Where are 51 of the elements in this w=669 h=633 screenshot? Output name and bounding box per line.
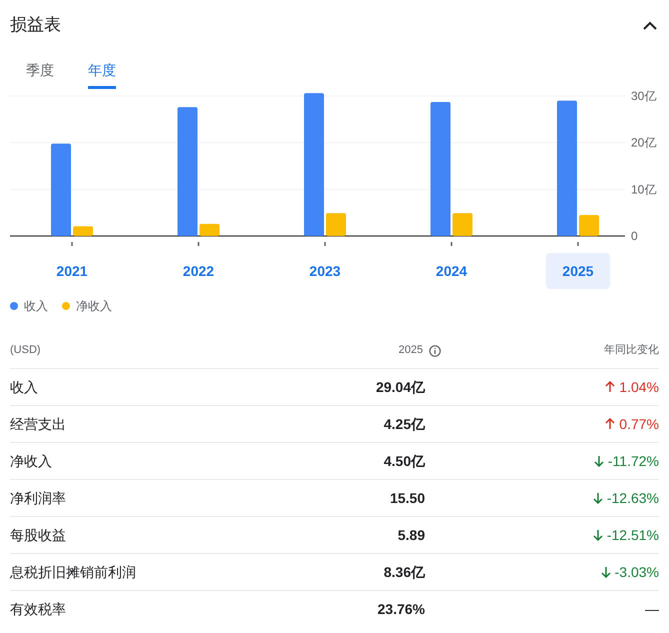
row-label: 净利润率 bbox=[10, 488, 67, 508]
axis-label: 0 bbox=[631, 229, 638, 243]
row-label: 有效税率 bbox=[10, 600, 67, 619]
chevron-up-icon[interactable] bbox=[643, 20, 657, 30]
year-button[interactable]: 2023 bbox=[293, 253, 357, 289]
legend-label: 净收入 bbox=[76, 298, 112, 315]
period-tab[interactable]: 季度 bbox=[26, 60, 54, 89]
down-arrow-icon bbox=[600, 566, 611, 578]
table-cell-text: 5.89 bbox=[396, 526, 426, 544]
row-label: 净收入 bbox=[10, 452, 53, 470]
change-value: -12.63% bbox=[606, 488, 659, 508]
info-icon[interactable] bbox=[429, 344, 441, 356]
up-arrow-icon bbox=[605, 418, 616, 430]
axis-label: 30亿 bbox=[631, 88, 656, 103]
down-arrow-icon bbox=[592, 529, 603, 541]
row-label: 收入 bbox=[10, 378, 39, 396]
table-cell-text: 4.25亿 bbox=[382, 414, 426, 434]
axis-label: 20亿 bbox=[631, 136, 656, 150]
change-value: -12.51% bbox=[606, 526, 659, 544]
bar bbox=[73, 226, 93, 236]
change-value: — bbox=[645, 600, 659, 619]
year-button[interactable]: 2022 bbox=[166, 253, 230, 289]
panel-title: 损益表 bbox=[10, 14, 61, 36]
row-label: 每股收益 bbox=[10, 526, 67, 544]
legend-label: 收入 bbox=[24, 298, 48, 315]
year-button[interactable]: 2024 bbox=[420, 253, 484, 289]
year-button[interactable]: 2021 bbox=[40, 253, 104, 289]
column-header: 年同比变化 bbox=[603, 342, 659, 358]
column-header: (USD) bbox=[10, 343, 42, 358]
table-cell-text: 4.50亿 bbox=[382, 452, 426, 470]
change-value: 0.77% bbox=[619, 414, 659, 434]
bar bbox=[452, 213, 472, 236]
year-button[interactable]: 2025 bbox=[546, 253, 610, 289]
up-arrow-icon bbox=[605, 381, 616, 393]
row-label: 经营支出 bbox=[10, 414, 67, 434]
bar bbox=[326, 213, 346, 236]
table-cell-text: 15.50 bbox=[388, 488, 426, 508]
change-value: 1.04% bbox=[619, 378, 659, 396]
row-label: 息税折旧摊销前利润 bbox=[10, 562, 137, 582]
table-cell-text: 29.04亿 bbox=[374, 378, 426, 396]
change-value: -11.72% bbox=[608, 452, 659, 470]
down-arrow-icon bbox=[592, 492, 603, 504]
table-cell-text: 8.36亿 bbox=[382, 562, 426, 582]
down-arrow-icon bbox=[594, 455, 604, 467]
axis-label: 10亿 bbox=[631, 182, 656, 196]
table-cell-text: 23.76% bbox=[376, 600, 426, 619]
change-value: -3.03% bbox=[614, 562, 659, 582]
bar bbox=[579, 215, 599, 236]
bar bbox=[200, 224, 220, 236]
period-tab[interactable]: 年度 bbox=[88, 60, 116, 89]
column-header: 2025 bbox=[398, 343, 423, 358]
